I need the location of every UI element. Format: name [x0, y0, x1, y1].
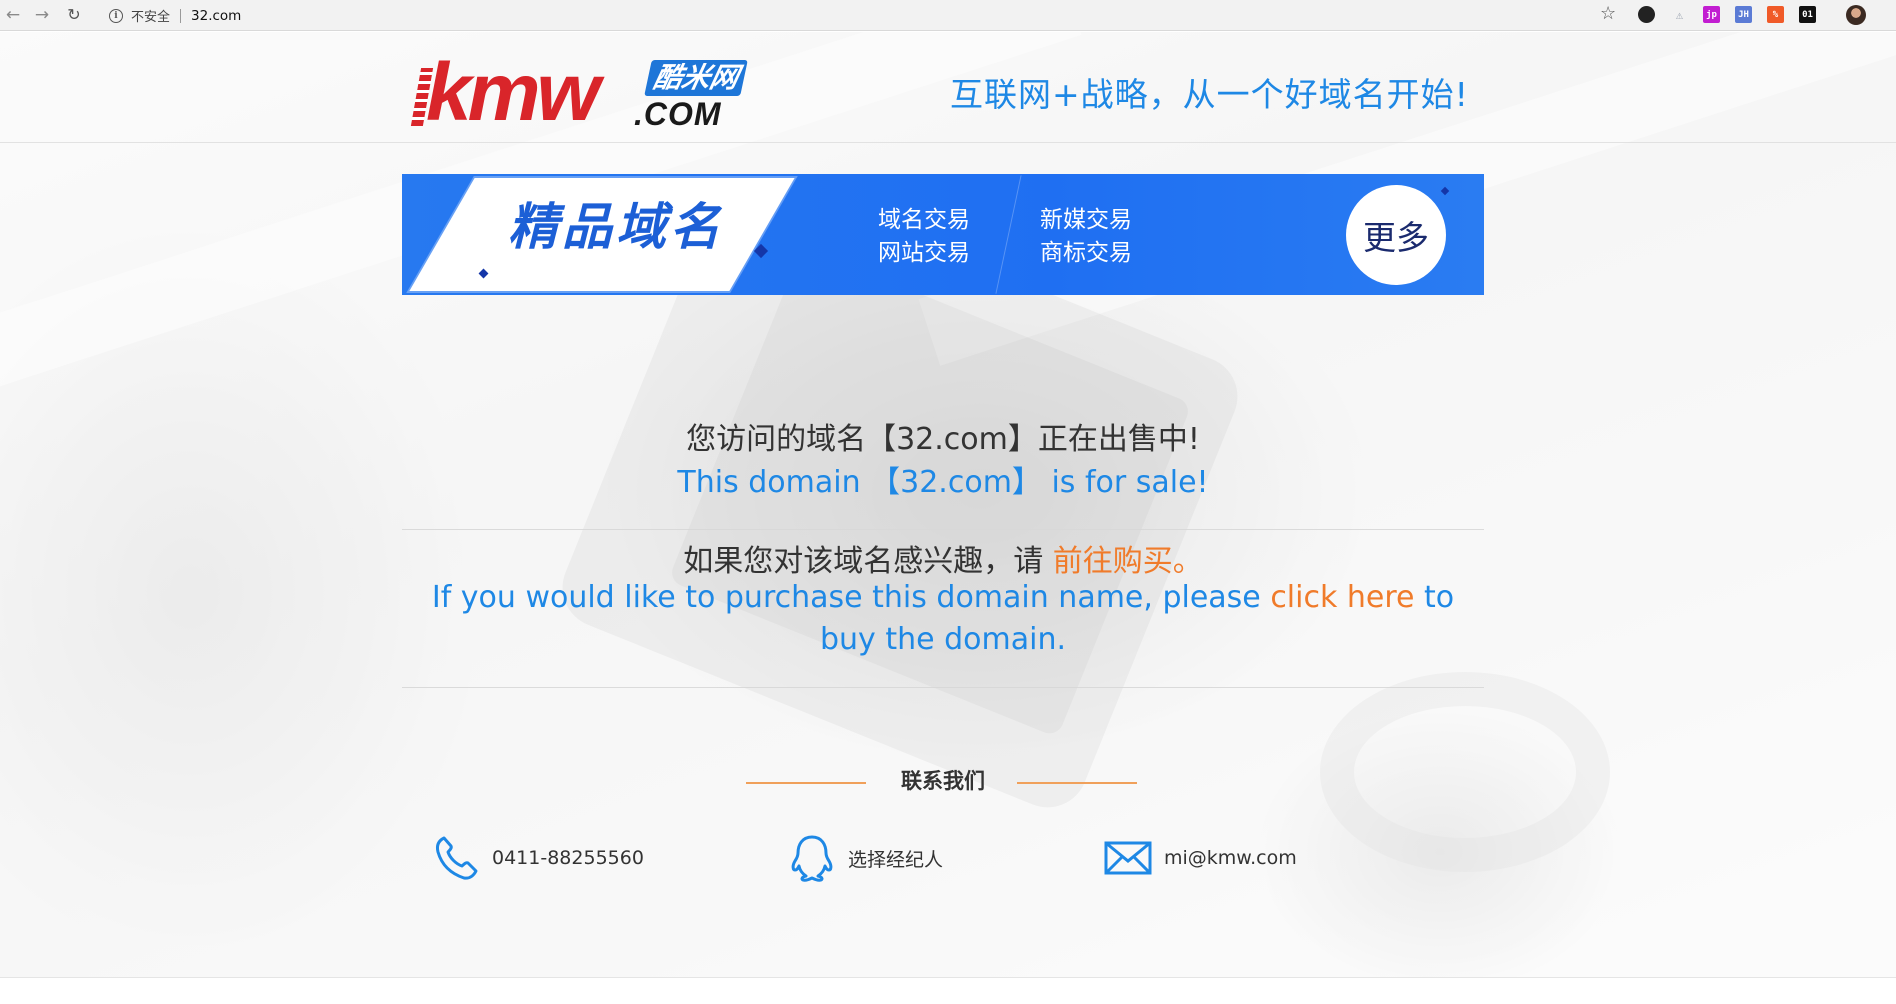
phone-number[interactable]: 0411-88255560 — [492, 847, 644, 869]
domain-trade-link[interactable]: 域名交易 — [878, 204, 970, 237]
banner-decoration — [1440, 186, 1450, 196]
banner-line — [995, 175, 1022, 294]
media-trade-link[interactable]: 新媒交易 — [1040, 204, 1132, 237]
logo-cn-badge: 酷米网 — [644, 60, 748, 96]
forward-button[interactable]: → — [31, 4, 53, 26]
logo-com: .COM — [634, 96, 722, 132]
trademark-trade-link[interactable]: 商标交易 — [1040, 237, 1132, 270]
purchase-prompt-en: If you would like to purchase this domai… — [402, 577, 1484, 661]
purchase-prompt-en-text: If you would like to purchase this domai… — [431, 580, 1261, 615]
website-trade-link[interactable]: 网站交易 — [878, 237, 970, 270]
content-divider — [402, 687, 1484, 688]
profile-avatar[interactable] — [1846, 5, 1866, 25]
buy-link-en[interactable]: click here — [1270, 580, 1414, 615]
banner-links-col1: 域名交易 网站交易 — [878, 204, 970, 270]
premium-domain-banner[interactable]: 精品域名 域名交易 网站交易 新媒交易 商标交易 更多 — [402, 174, 1484, 295]
info-icon[interactable]: i — [109, 8, 123, 23]
logo-wordmark: kmw — [426, 47, 600, 138]
site-logo[interactable]: kmw 酷米网 .COM — [410, 52, 772, 134]
browser-toolbar: ← → ↻ i 不安全 32.com ☆ ⚠ jp JH % 01 — [0, 0, 1896, 31]
contact-phone: 0411-88255560 — [430, 832, 644, 884]
banner-title: 精品域名 — [508, 197, 724, 256]
email-address[interactable]: mi@kmw.com — [1164, 847, 1297, 869]
reload-button[interactable]: ↻ — [63, 4, 85, 26]
banner-links-col2: 新媒交易 商标交易 — [1040, 204, 1132, 270]
site-slogan: 互联网+战略，从一个好域名开始! — [950, 75, 1469, 114]
extension-icon[interactable]: ⚠ — [1671, 6, 1688, 23]
sale-notice-cn: 您访问的域名【32.com】正在出售中! — [686, 422, 1200, 457]
address-separator — [180, 8, 182, 23]
contact-agent: 选择经纪人 — [786, 832, 943, 884]
buy-link-cn[interactable]: 前往购买。 — [1053, 544, 1203, 579]
qq-icon — [791, 835, 833, 882]
contact-title: 联系我们 — [901, 769, 985, 793]
percent-icon[interactable]: % — [1767, 6, 1784, 23]
purchase-prompt-cn: 如果您对该域名感兴趣，请 前往购买。 — [402, 536, 1484, 580]
phone-icon — [436, 836, 478, 880]
banner-decoration — [753, 243, 769, 259]
mail-icon — [1104, 841, 1152, 875]
jp-icon[interactable]: jp — [1703, 6, 1720, 23]
contact-email: mi@kmw.com — [1102, 832, 1297, 884]
security-label[interactable]: 不安全 — [131, 6, 170, 25]
address-bar[interactable]: i 不安全 32.com — [97, 4, 1617, 27]
purchase-prompt-cn-text: 如果您对该域名感兴趣，请 — [683, 544, 1044, 579]
jh-icon[interactable]: JH — [1735, 6, 1752, 23]
zero-one-icon[interactable]: 01 — [1799, 6, 1816, 23]
url-text[interactable]: 32.com — [191, 8, 241, 24]
sale-notice-en: This domain 【32.com】 is for sale! — [677, 465, 1209, 500]
github-icon[interactable] — [1638, 6, 1655, 23]
content-divider — [402, 529, 1484, 530]
header-divider — [0, 142, 1896, 143]
back-button[interactable]: ← — [2, 4, 24, 26]
bookmark-star-icon[interactable]: ☆ — [1600, 3, 1616, 24]
choose-agent-link[interactable]: 选择经纪人 — [848, 845, 943, 872]
more-button[interactable]: 更多 — [1346, 185, 1446, 285]
footer-divider — [0, 977, 1896, 978]
